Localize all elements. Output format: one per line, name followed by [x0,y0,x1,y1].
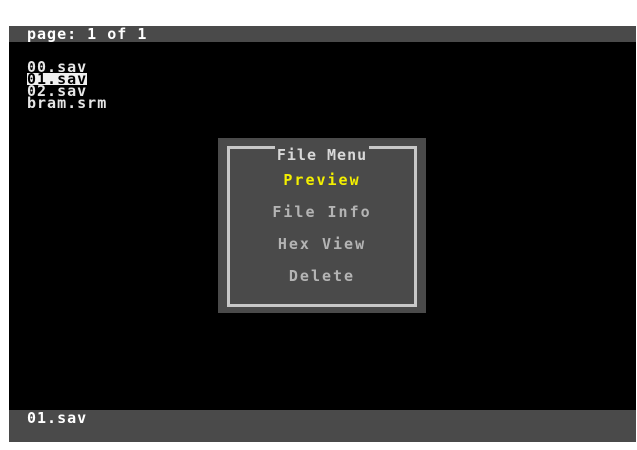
menu-item-hex-view[interactable]: Hex View [230,235,414,253]
page-indicator: page: 1 of 1 [27,26,148,43]
file-menu-title: File Menu [274,146,370,164]
screen: page: 1 of 1 00.sav 01.sav 02.sav bram.s… [9,26,636,442]
file-item[interactable]: bram.srm [27,94,107,112]
file-menu-frame: File Menu Preview File Info Hex View Del… [227,146,417,307]
status-bar: 01.sav [9,410,636,442]
file-menu-dialog: File Menu Preview File Info Hex View Del… [218,138,426,313]
selected-file-name: 01.sav [27,409,88,427]
menu-item-delete[interactable]: Delete [230,267,414,285]
file-list: 00.sav 01.sav 02.sav bram.srm [27,57,107,111]
menu-item-file-info[interactable]: File Info [230,203,414,221]
menu-item-preview[interactable]: Preview [230,171,414,189]
page-indicator-bar: page: 1 of 1 [9,26,636,42]
